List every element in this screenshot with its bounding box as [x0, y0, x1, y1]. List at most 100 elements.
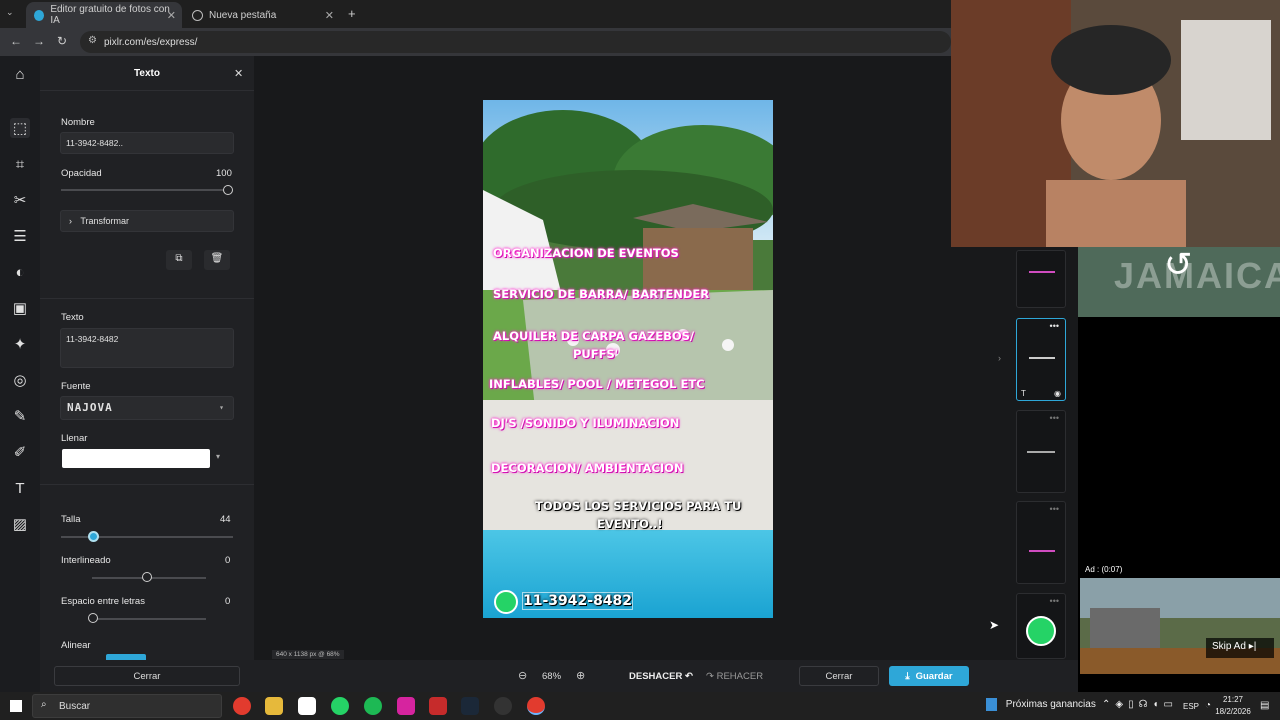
site-info-icon[interactable]: ⚙ [88, 35, 97, 46]
adjust-icon[interactable]: ☰ [10, 226, 30, 246]
zoom-level[interactable]: 68% [542, 671, 561, 682]
layer-thumb[interactable]: ••• [1016, 593, 1066, 659]
forward-icon[interactable]: → [33, 34, 45, 48]
reload-icon[interactable]: ↻ [57, 34, 67, 48]
text-tool-icon[interactable]: T [10, 478, 30, 498]
fill-color-swatch[interactable] [62, 449, 210, 468]
eye-icon[interactable]: ◉ [1054, 389, 1061, 398]
close-panel-button[interactable]: Cerrar [54, 666, 240, 686]
earnings-widget[interactable]: Próximas ganancias [986, 698, 1096, 711]
file-explorer-icon[interactable] [265, 697, 283, 715]
notification-icon[interactable]: ▤ [1260, 700, 1269, 711]
align-label: Alinear [61, 640, 91, 651]
whatsapp-icon [494, 590, 518, 614]
tab-title: Editor gratuito de fotos con IA [50, 4, 170, 26]
poster-line-7[interactable]: DECORACION/ AMBIENTACION [491, 461, 684, 475]
webcam-image [951, 0, 1280, 247]
text-layer-icon: T [1021, 389, 1026, 398]
close-tab-icon[interactable]: ✕ [167, 9, 176, 22]
liquify-icon[interactable]: ◎ [10, 370, 30, 390]
poster-cta-line-2[interactable]: EVENTO..! [597, 517, 663, 531]
ai-sparkle-icon[interactable]: ✦ [10, 334, 30, 354]
retouch-icon[interactable]: ✎ [10, 406, 30, 426]
chevron-down-icon[interactable]: ▾ [216, 452, 220, 461]
clock-date[interactable]: 18/2/2026 [1207, 707, 1259, 716]
poster-line-1[interactable]: ORGANIZACION DE EVENTOS [493, 246, 679, 260]
poster-line-6[interactable]: DJ'S /SONIDO Y ILUMINACION [491, 416, 679, 430]
filter-icon[interactable]: ◐ [10, 262, 30, 282]
close-panel-icon[interactable]: ✕ [234, 67, 243, 80]
instagram-icon[interactable] [397, 697, 415, 715]
opacity-slider[interactable] [61, 189, 227, 191]
chrome-active-icon[interactable] [527, 697, 545, 715]
stream-banner: JAMAICA ↺ [1078, 246, 1280, 317]
back-icon[interactable]: ← [10, 34, 22, 48]
poster-line-5[interactable]: INFLABLES/ POOL / METEGOL ETC [489, 377, 705, 391]
skip-ad-button[interactable]: Skip Ad ▸| [1206, 638, 1274, 658]
redo-button[interactable]: ↷ REHACER [706, 671, 763, 682]
poster-canvas[interactable]: ORGANIZACION DE EVENTOS SERVICIO DE BARR… [483, 100, 773, 618]
language-indicator[interactable]: ESP [1183, 702, 1199, 711]
poster-line-4[interactable]: PUFFS' [573, 347, 618, 361]
undo-label: DESHACER [629, 671, 683, 682]
crop-icon[interactable]: ⌗ [10, 154, 30, 174]
address-bar[interactable]: ⚙ pixlr.com/es/express/ [80, 31, 951, 53]
pixlr-favicon-icon [34, 9, 45, 21]
tray-icons[interactable]: ⌃◈▯☊◖▭ [1102, 699, 1178, 710]
poster-line-2[interactable]: SERVICIO DE BARRA/ BARTENDER [493, 287, 709, 301]
chevron-right-icon[interactable]: › [998, 353, 1001, 363]
texture-icon[interactable]: ▨ [10, 514, 30, 534]
app-icon[interactable] [429, 697, 447, 715]
select-tool-icon[interactable]: ⬚ [10, 118, 30, 138]
new-tab-button[interactable]: + [348, 6, 356, 21]
zoom-out-icon[interactable]: ⊖ [518, 669, 527, 682]
capcut-icon[interactable] [298, 697, 316, 715]
size-slider-knob[interactable] [88, 531, 99, 542]
poster-phone-text[interactable]: 11-3942-8482 [521, 592, 634, 610]
transform-section[interactable]: › Transformar [60, 210, 234, 232]
poster-cta-line-1[interactable]: TODOS LOS SERVICIOS PARA TU [535, 499, 741, 513]
line-height-value: 0 [225, 555, 231, 566]
font-select[interactable]: NAJOVA ▾ [60, 396, 234, 420]
chevron-right-icon: › [69, 216, 72, 226]
brush-icon[interactable]: ✐ [10, 442, 30, 462]
tab-list-button[interactable]: ⌄ [6, 7, 14, 18]
undo-button[interactable]: DESHACER ↶ [629, 671, 693, 682]
layer-thumb[interactable] [1016, 250, 1066, 308]
letter-spacing-slider-knob[interactable] [88, 613, 98, 623]
whatsapp-icon [1026, 616, 1056, 646]
duplicate-icon[interactable]: ⧉ [166, 250, 192, 270]
chrome-icon[interactable] [233, 697, 251, 715]
close-tab-icon[interactable]: ✕ [325, 9, 334, 22]
name-field[interactable]: 11-3942-8482.. [60, 132, 234, 154]
whatsapp-taskbar-icon[interactable] [331, 697, 349, 715]
text-input[interactable]: 11-3942-8482 [60, 328, 234, 368]
poster-line-3[interactable]: ALQUILER DE CARPA GAZEBOS/ [493, 329, 694, 343]
trash-icon[interactable]: 🗑 [204, 250, 230, 270]
cutout-icon[interactable]: ✂ [10, 190, 30, 210]
home-icon[interactable]: ⌂ [10, 64, 30, 84]
zoom-in-icon[interactable]: ⊕ [576, 669, 585, 682]
layer-thumb[interactable]: ••• [1016, 501, 1066, 584]
undo-icon: ↶ [684, 671, 693, 682]
tab-pixlr[interactable]: Editor gratuito de fotos con IA ✕ [26, 2, 182, 28]
clock-time[interactable]: 21:27 [1213, 695, 1253, 704]
close-button[interactable]: Cerrar [799, 666, 879, 686]
poster-background [483, 100, 773, 618]
spotify-icon[interactable] [364, 697, 382, 715]
size-slider[interactable] [61, 536, 233, 538]
taskbar-search[interactable]: ⌕ Buscar [32, 694, 222, 718]
letter-spacing-slider[interactable] [92, 618, 206, 620]
effects-icon[interactable]: ▣ [10, 298, 30, 318]
steam-icon[interactable] [461, 697, 479, 715]
layer-thumb[interactable]: ••• [1016, 410, 1066, 493]
tab-new[interactable]: Nueva pestaña ✕ [184, 2, 340, 28]
obs-icon[interactable] [494, 697, 512, 715]
layer-thumb-selected[interactable]: ••• T ◉ [1016, 318, 1066, 401]
opacity-slider-knob[interactable] [223, 185, 233, 195]
windows-start-icon[interactable] [10, 700, 22, 712]
save-button[interactable]: ⤓ Guardar [889, 666, 969, 686]
line-height-slider-knob[interactable] [142, 572, 152, 582]
layers-strip: › ••• T ◉ ••• ••• ••• [998, 247, 1078, 660]
chevron-down-icon: ▾ [219, 403, 225, 412]
